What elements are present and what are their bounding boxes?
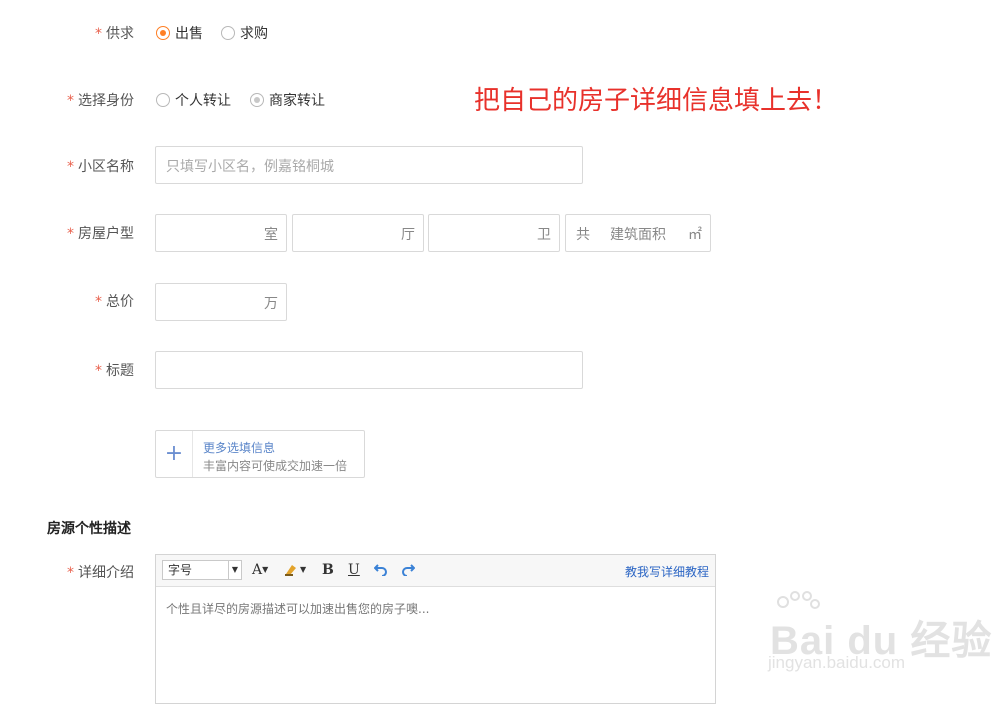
radio-personal[interactable]: 个人转让 <box>156 90 231 110</box>
title-input[interactable] <box>155 351 583 389</box>
font-color-button[interactable]: A▼ <box>252 562 268 578</box>
area-placeholder: 建筑面积 <box>610 227 666 243</box>
highlight-icon <box>285 565 296 576</box>
editor-toolbar: 字号 ▼ A▼ ▼ B U 教我写详细教程 <box>156 555 715 587</box>
underline-button[interactable]: U <box>348 562 360 578</box>
area-unit: ㎡ <box>688 227 702 243</box>
title-label: * 标题 <box>95 363 134 379</box>
rooms-unit: 室 <box>264 227 278 243</box>
identity-label: * 选择身份 <box>67 93 134 109</box>
required-mark: * <box>95 363 102 379</box>
required-mark: * <box>67 159 74 175</box>
detail-label: * 详细介绍 <box>67 565 134 581</box>
community-placeholder: 只填写小区名，例嘉铭桐城 <box>166 159 334 175</box>
radio-unselected-icon <box>221 26 235 40</box>
price-label: * 总价 <box>95 294 134 310</box>
radio-selected-icon <box>156 26 170 40</box>
area-prefix: 共 <box>576 227 590 243</box>
plus-icon: + <box>156 431 193 477</box>
halls-input[interactable]: 厅 <box>292 214 424 252</box>
required-mark: * <box>95 26 102 42</box>
halls-unit: 厅 <box>401 227 415 243</box>
redo-icon <box>402 564 416 577</box>
radio-sell[interactable]: 出售 <box>156 23 203 43</box>
required-mark: * <box>67 93 74 109</box>
highlight-button[interactable]: ▼ <box>284 562 306 580</box>
more-options-subtitle: 丰富内容可使成交加速一倍 <box>203 459 348 473</box>
red-annotation: 把自己的房子详细信息填上去！ <box>474 86 839 116</box>
baths-input[interactable]: 卫 <box>428 214 560 252</box>
redo-button[interactable] <box>401 562 416 580</box>
radio-merchant[interactable]: 商家转让 <box>250 90 325 110</box>
price-unit: 万 <box>264 296 278 312</box>
chevron-down-icon: ▼ <box>300 565 307 574</box>
area-input[interactable]: 共 建筑面积 ㎡ <box>565 214 711 252</box>
radio-selected-icon <box>250 93 264 107</box>
price-input[interactable]: 万 <box>155 283 287 321</box>
bold-button[interactable]: B <box>322 562 334 578</box>
community-input[interactable]: 只填写小区名，例嘉铭桐城 <box>155 146 583 184</box>
rooms-input[interactable]: 室 <box>155 214 287 252</box>
baths-unit: 卫 <box>537 227 551 243</box>
house-type-label: * 房屋户型 <box>67 226 134 242</box>
undo-icon <box>373 564 387 577</box>
more-options-button[interactable]: + 更多选填信息 丰富内容可使成交加速一倍 <box>155 430 365 478</box>
radio-buy[interactable]: 求购 <box>221 23 268 43</box>
description-heading: 房源个性描述 <box>47 521 131 537</box>
editor-placeholder: 个性且详尽的房源描述可以加速出售您的房子噢... <box>166 602 430 616</box>
supply-demand-label: * 供求 <box>95 26 134 42</box>
required-mark: * <box>67 565 74 581</box>
more-options-title: 更多选填信息 <box>203 441 276 455</box>
community-label: * 小区名称 <box>67 159 134 175</box>
required-mark: * <box>95 294 102 310</box>
radio-unselected-icon <box>156 93 170 107</box>
required-mark: * <box>67 226 74 242</box>
watermark-url: jingyan.baidu.com <box>768 653 906 672</box>
rich-text-editor[interactable]: 字号 ▼ A▼ ▼ B U 教我写详细教程 个性且详尽的房源描述可以加速出售您的… <box>155 554 716 704</box>
chevron-down-icon: ▼ <box>262 565 269 574</box>
font-size-select[interactable]: 字号 ▼ <box>162 560 242 580</box>
undo-button[interactable] <box>373 562 388 580</box>
chevron-down-icon: ▼ <box>228 561 241 579</box>
tutorial-link[interactable]: 教我写详细教程 <box>625 563 709 580</box>
